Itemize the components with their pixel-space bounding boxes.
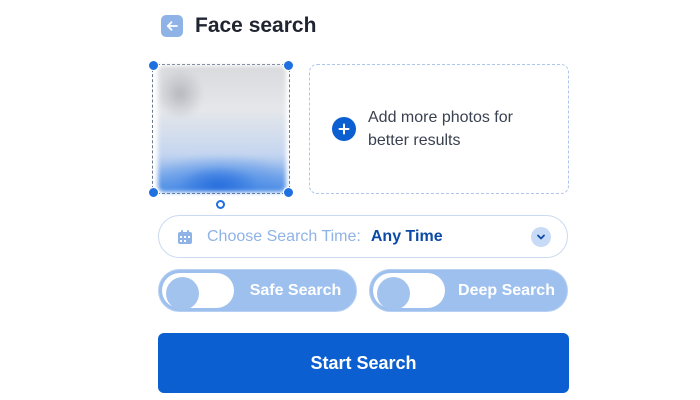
search-time-select[interactable]: Choose Search Time: Any Time [158,215,568,258]
toggle-track [373,273,445,310]
add-photos-label: Add more photos for better results [368,109,513,149]
deep-search-label: Deep Search [458,281,555,299]
uploaded-photo[interactable] [148,60,294,198]
resize-handle-bottom-right[interactable] [283,187,294,198]
toggle-track [162,273,234,310]
plus-circle-icon [332,117,356,141]
arrow-left-icon[interactable] [161,15,183,37]
calendar-icon [178,229,192,244]
toggle-knob [377,277,410,310]
photo-thumbnail [158,66,286,192]
search-time-label: Choose Search Time: [207,227,361,245]
safe-search-toggle[interactable]: Safe Search [158,269,357,312]
page-header: Face search [161,14,316,38]
rotate-handle[interactable] [216,200,225,209]
deep-search-toggle[interactable]: Deep Search [369,269,568,312]
safe-search-label: Safe Search [249,281,342,299]
toggle-knob [166,277,199,310]
chevron-down-icon[interactable] [531,227,551,247]
search-time-value: Any Time [370,227,443,245]
resize-handle-bottom-left[interactable] [148,187,159,198]
resize-handle-top-left[interactable] [148,60,159,71]
add-photo-dropzone[interactable]: Add more photos for better results [309,64,569,194]
page-title: Face search [195,14,317,37]
resize-handle-top-right[interactable] [283,60,294,71]
start-search-button[interactable]: Start Search [158,333,569,393]
